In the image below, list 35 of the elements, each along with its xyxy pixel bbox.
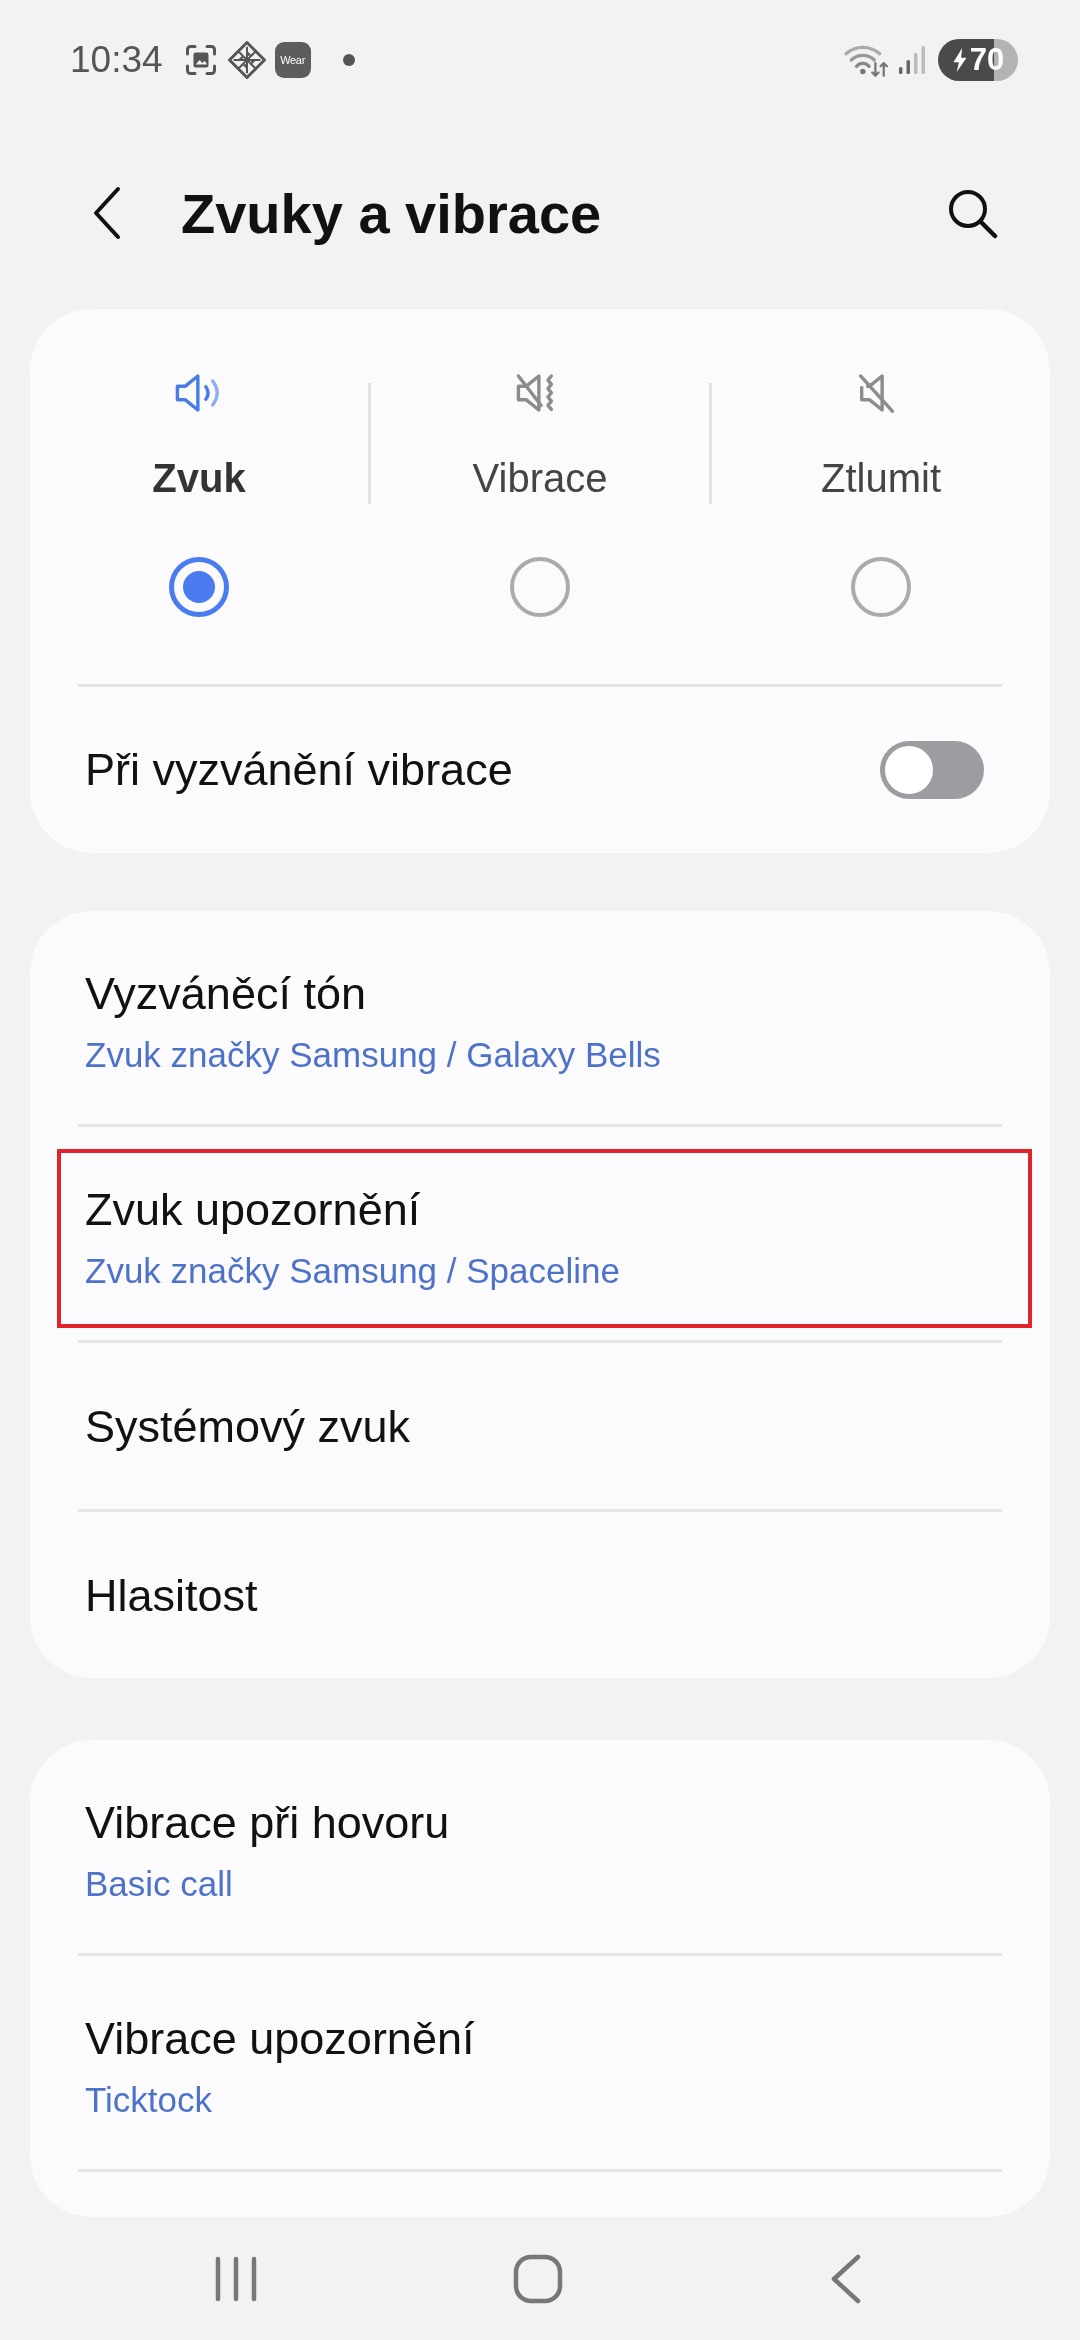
item-title: Vibrace upozornění (85, 2012, 475, 2066)
app-badge: Wear (274, 42, 311, 78)
settings-row[interactable]: Vibrace upozornění Ticktock (48, 1956, 1032, 2169)
item-title: Hlasitost (85, 1569, 258, 1623)
page-title: Zvuky a vibrace (181, 180, 602, 246)
recent-apps-icon[interactable] (214, 2255, 258, 2302)
setting-label: Při vyzvánění vibrace (85, 743, 513, 797)
item-title: Vibrace při hovoru (85, 1796, 450, 1850)
item-subtitle: Ticktock (85, 2079, 213, 2121)
item-subtitle: Zvuk značky Samsung / Spaceline (85, 1250, 620, 1292)
sound-mode-button[interactable]: Vibrace (472, 372, 608, 504)
radio-button[interactable] (169, 557, 229, 617)
signal-icon (898, 45, 926, 75)
settings-row[interactable]: Zvuk upozornění Zvuk značky Samsung / Spaceline (48, 1127, 1032, 1340)
status-time: 10:34 (70, 39, 163, 81)
back-icon[interactable] (92, 186, 122, 240)
settings-row[interactable]: Vyzváněcí tón Zvuk značky Samsung / Galaxy Bells (48, 911, 1032, 1124)
home-icon[interactable] (513, 2253, 563, 2304)
toggle-switch[interactable] (880, 741, 984, 799)
bolt-icon (951, 47, 968, 73)
diamond-grid-icon (226, 40, 267, 80)
search-icon[interactable] (946, 187, 998, 239)
sound-mode-button[interactable]: Zvuk (152, 372, 246, 504)
sound-mode-button[interactable]: Ztlumit (821, 372, 941, 504)
item-subtitle: Zvuk značky Samsung / Galaxy Bells (85, 1034, 661, 1076)
item-title: Zvuk upozornění (85, 1183, 421, 1237)
radio-button[interactable] (851, 557, 911, 617)
item-title: Systémový zvuk (85, 1400, 411, 1454)
item-subtitle: Basic call (85, 1863, 233, 1905)
notification-dot-icon (342, 54, 355, 66)
radio-button[interactable] (510, 557, 570, 617)
settings-row[interactable]: Vibrace při hovoru Basic call (48, 1740, 1032, 1953)
settings-row[interactable]: Systémový zvuk (48, 1343, 1032, 1509)
item-title: Vyzváněcí tón (85, 967, 366, 1021)
settings-row[interactable]: Hlasitost (48, 1512, 1032, 1678)
